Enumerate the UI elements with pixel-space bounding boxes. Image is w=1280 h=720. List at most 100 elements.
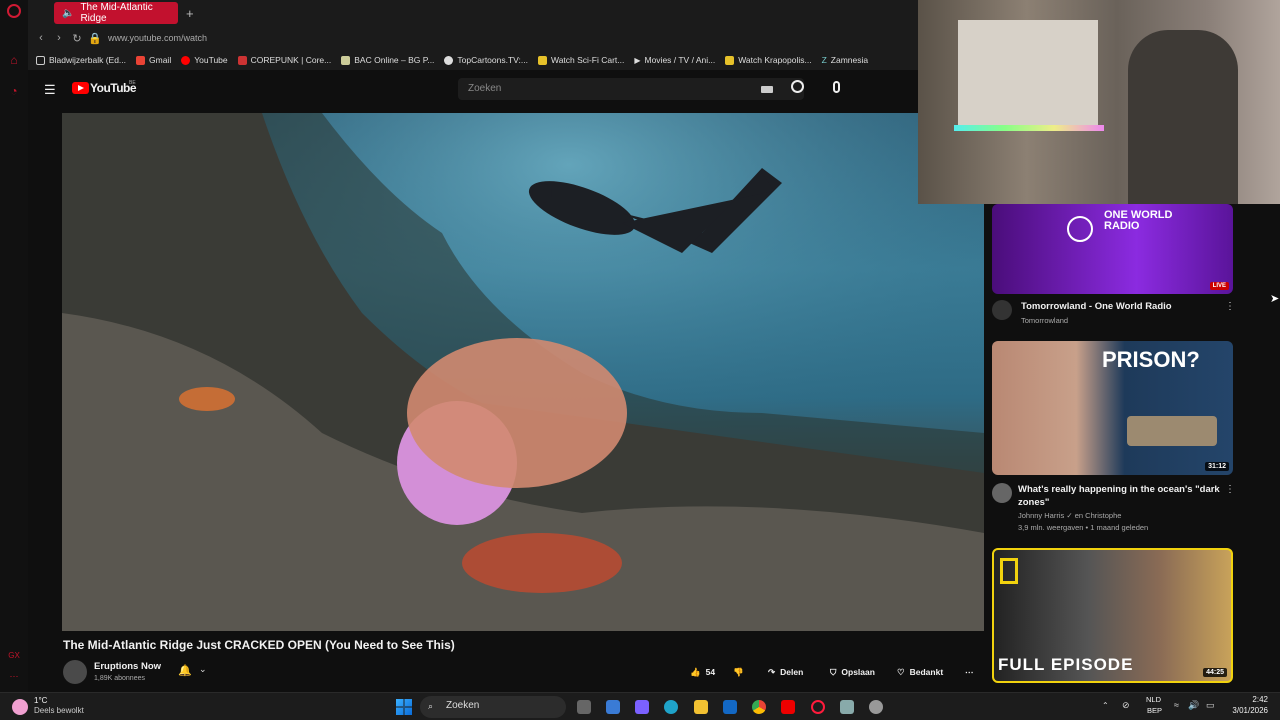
clock-time[interactable]: 2:42 xyxy=(1226,695,1268,704)
tomorrowland-logo-icon xyxy=(1067,216,1093,242)
more-options-icon[interactable]: ⋮ xyxy=(1225,301,1235,312)
windows-start-icon[interactable] xyxy=(396,699,412,715)
rec-meta-2: 3,9 mln. weergaven • 1 maand geleden xyxy=(1018,523,1149,532)
microphone-icon[interactable] xyxy=(833,81,840,93)
bell-icon[interactable]: 🔔 xyxy=(178,664,192,677)
volume-icon[interactable]: 🔊 xyxy=(1188,700,1199,711)
corepunk-icon xyxy=(237,55,247,65)
bookmark-zamnesia[interactable]: Z Zamnesia xyxy=(822,55,869,65)
back-icon[interactable]: ‹ xyxy=(32,32,50,44)
more-icon[interactable]: ⋯ xyxy=(6,668,22,684)
channel-name[interactable]: Eruptions Now xyxy=(94,661,161,672)
wifi-icon[interactable]: ≈ xyxy=(1174,700,1179,710)
rec-channel-2[interactable]: Johnny Harris ✓ en Christophe xyxy=(1018,511,1121,520)
settings-gear-icon[interactable] xyxy=(869,700,883,714)
weather-icon[interactable] xyxy=(12,699,28,715)
webcam-overlay xyxy=(918,0,1280,204)
chevron-down-icon[interactable]: ⌄ xyxy=(199,664,207,675)
tab-strip: 🔈 The Mid-Atlantic Ridge + xyxy=(28,0,918,26)
taskbar-search[interactable]: Zoeken xyxy=(420,696,566,718)
lang-layout[interactable]: BEP xyxy=(1147,706,1162,715)
save-button[interactable]: ⛉ Opslaan xyxy=(830,662,875,682)
gx-icon[interactable]: GX xyxy=(6,648,22,664)
url-field[interactable]: www.youtube.com/watch xyxy=(108,33,207,43)
forward-icon[interactable]: › xyxy=(50,32,68,44)
like-button[interactable]: 👍 54 xyxy=(690,662,715,682)
chrome-icon[interactable] xyxy=(752,700,766,714)
anemone-tentacles xyxy=(407,338,627,488)
teams-icon[interactable] xyxy=(635,700,649,714)
rec-channel-1[interactable]: Tomorrowland xyxy=(1021,316,1068,325)
logo-box-icon xyxy=(1000,558,1018,584)
bookmark-scifi[interactable]: Watch Sci-Fi Cart... xyxy=(537,55,624,65)
bag-icon[interactable]: ⌂ xyxy=(6,52,22,68)
speaker-icon: 🔈 xyxy=(62,7,75,19)
opera-gx-icon[interactable] xyxy=(811,700,825,714)
channel-avatar[interactable] xyxy=(992,483,1012,503)
windows-taskbar: 1°C Deels bewolkt Zoeken ⌕ ⌃ ⊘ NLD BEP ≈… xyxy=(0,692,1280,720)
mouse-cursor-icon: ➤ xyxy=(1270,293,1280,305)
fish-shape xyxy=(179,387,235,411)
hamburger-menu-icon[interactable]: ☰ xyxy=(44,82,56,98)
video-title: The Mid-Atlantic Ridge Just CRACKED OPEN… xyxy=(63,638,455,652)
bookmark-icon: ⛉ xyxy=(830,666,837,677)
channel-avatar[interactable] xyxy=(63,660,87,684)
rec-title-2-line2[interactable]: zones" xyxy=(1018,497,1049,509)
opera-logo-icon[interactable] xyxy=(7,4,21,18)
history-icon[interactable]: ◔ xyxy=(6,83,22,99)
outlook-icon[interactable] xyxy=(723,700,737,714)
rec-title-1[interactable]: Tomorrowland - One World Radio xyxy=(1021,301,1172,313)
active-tab[interactable]: 🔈 The Mid-Atlantic Ridge xyxy=(54,2,178,24)
clock-date[interactable]: 3/01/2026 xyxy=(1222,706,1268,715)
oil-rig-shape xyxy=(1127,416,1217,446)
bookmark-youtube[interactable]: YouTube xyxy=(181,55,228,65)
led-strip xyxy=(954,125,1104,131)
dislike-button[interactable]: 👎 xyxy=(733,662,744,682)
search-input[interactable]: Zoeken xyxy=(458,78,804,100)
bookmark-topcartoons[interactable]: TopCartoons.TV:... xyxy=(444,55,528,65)
rec-thumbnail-2[interactable]: PRISON? 31:12 xyxy=(992,341,1233,475)
file-explorer-icon[interactable] xyxy=(694,700,708,714)
bookmark-movies[interactable]: ▶ Movies / TV / Ani... xyxy=(634,55,715,65)
tab-title: The Mid-Atlantic Ridge xyxy=(80,2,153,24)
address-bar: ‹ › ↻ 🔒 www.youtube.com/watch xyxy=(28,26,918,50)
reload-icon[interactable]: ↻ xyxy=(68,32,86,45)
store-icon[interactable] xyxy=(606,700,620,714)
bookmark-folder[interactable]: Bladwijzerbalk (Ed... xyxy=(36,55,126,65)
rec-thumbnail-3[interactable]: FULL EPISODE 44:25 xyxy=(992,548,1233,683)
rec-thumbnail-1[interactable]: ONE WORLD RADIO LIVE xyxy=(992,204,1233,294)
task-view-icon[interactable] xyxy=(577,700,591,714)
lang-code[interactable]: NLD xyxy=(1146,695,1161,704)
bookmark-corepunk[interactable]: COREPUNK | Core... xyxy=(237,55,331,65)
more-options-icon[interactable]: ⋮ xyxy=(1225,484,1235,495)
weather-desc[interactable]: Deels bewolkt xyxy=(34,706,84,715)
calculator-icon[interactable] xyxy=(840,700,854,714)
bookmark-gmail[interactable]: Gmail xyxy=(136,55,171,65)
more-actions-button[interactable]: ⋯ xyxy=(965,662,974,682)
weather-temp[interactable]: 1°C xyxy=(34,696,47,705)
krapopolis-icon xyxy=(725,55,735,65)
bookmarks-bar: Bladwijzerbalk (Ed... Gmail YouTube CORE… xyxy=(28,50,918,70)
zamnesia-icon: Z xyxy=(821,55,827,65)
region-code: BE xyxy=(129,80,136,86)
network-off-icon[interactable]: ⊘ xyxy=(1122,700,1130,711)
chevron-up-icon[interactable]: ⌃ xyxy=(1102,701,1109,710)
new-tab-icon[interactable]: + xyxy=(186,6,194,21)
video-player[interactable] xyxy=(62,113,984,631)
thanks-button[interactable]: ♡ Bedankt xyxy=(897,662,943,682)
bookmark-krapopolis[interactable]: Watch Krapopolis... xyxy=(725,55,812,65)
youtube-icon xyxy=(181,55,191,65)
edge-icon[interactable] xyxy=(664,700,678,714)
window-shape xyxy=(958,20,1098,130)
youtube-logo-icon[interactable] xyxy=(72,82,89,94)
share-button[interactable]: ↷ Delen xyxy=(768,662,803,682)
person-silhouette xyxy=(1128,30,1238,204)
search-icon: ⌕ xyxy=(428,701,434,711)
battery-icon[interactable]: ▭ xyxy=(1206,700,1215,711)
keyboard-icon[interactable] xyxy=(761,86,773,93)
rec-title-2-line1[interactable]: What's really happening in the ocean's "… xyxy=(1018,484,1220,496)
channel-avatar[interactable] xyxy=(992,300,1012,320)
search-icon[interactable] xyxy=(791,80,804,93)
youtube-app-icon[interactable] xyxy=(781,700,795,714)
bookmark-bac[interactable]: BAC Online – BG P... xyxy=(341,55,434,65)
